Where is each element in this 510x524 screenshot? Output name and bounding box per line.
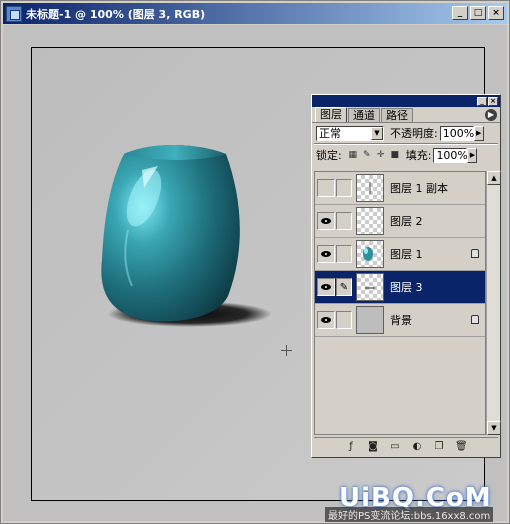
fill-input[interactable]: 100%: [433, 147, 468, 163]
visibility-toggle[interactable]: [317, 212, 335, 230]
layer-name: 图层 2: [390, 215, 423, 228]
layer-style-icon[interactable]: ƒ: [345, 441, 357, 453]
layer-row[interactable]: ✎ 图层 3: [315, 271, 485, 304]
crosshair-cursor: [281, 345, 292, 356]
chevron-down-icon[interactable]: ▼: [371, 126, 383, 140]
palette-tabs: 图层 通道 路径 ▶: [312, 107, 500, 123]
palette-minimize-button[interactable]: _: [477, 96, 487, 106]
blend-mode-value: 正常: [319, 127, 341, 140]
layer-mask-icon[interactable]: ◙: [367, 441, 379, 453]
scroll-up-icon[interactable]: ▲: [487, 171, 501, 185]
document-window: 未标题-1 @ 100% (图层 3, RGB) _ □ × _ × 图层 通道…: [0, 0, 510, 524]
maximize-button[interactable]: □: [470, 6, 486, 20]
document-titlebar[interactable]: 未标题-1 @ 100% (图层 3, RGB) _ □ ×: [3, 3, 507, 24]
palette-bottom-toolbar: ƒ ◙ ▭ ◐ ❐ 🗑: [314, 437, 498, 455]
brush-indicator-icon[interactable]: ✎: [336, 278, 352, 296]
layer-thumbnail: [356, 174, 384, 202]
fill-stepper[interactable]: ▶: [467, 147, 478, 163]
layer-name: 图层 1 副本: [390, 182, 448, 195]
palette-titlebar[interactable]: _ ×: [312, 95, 500, 107]
palette-close-button[interactable]: ×: [488, 96, 498, 106]
vase-body: [101, 144, 240, 322]
watermark-url: 最好的PS变流论坛:bbs.16xx8.com: [325, 507, 494, 522]
eye-icon: [321, 284, 331, 290]
opacity-input[interactable]: 100%: [439, 125, 474, 141]
lock-fill-row: 锁定: ▦ ✎ ✛ ■ 填充: 100% ▶: [312, 145, 500, 165]
document-title: 未标题-1 @ 100% (图层 3, RGB): [26, 7, 206, 21]
lock-pixels-icon[interactable]: ✎: [362, 150, 372, 160]
layer-name: 背景: [390, 314, 412, 327]
eye-icon: [321, 218, 331, 224]
visibility-toggle[interactable]: [317, 179, 335, 197]
eye-icon: [321, 251, 331, 257]
layer-name: 图层 1: [390, 248, 423, 261]
layer-thumbnail: [356, 306, 384, 334]
layer-row[interactable]: 图层 1: [315, 238, 485, 271]
photoshop-document-icon: [6, 5, 22, 22]
layer-thumbnail: [356, 273, 384, 301]
lock-label: 锁定:: [316, 149, 342, 162]
lock-icon: [471, 249, 479, 258]
link-toggle[interactable]: [336, 311, 352, 329]
layer-thumbnail: [356, 240, 384, 268]
layer-thumbnail: [356, 207, 384, 235]
visibility-toggle[interactable]: [317, 245, 335, 263]
visibility-toggle[interactable]: [317, 311, 335, 329]
link-toggle[interactable]: [336, 245, 352, 263]
blend-mode-select[interactable]: 正常 ▼: [316, 125, 384, 141]
lock-icon: [471, 315, 479, 324]
new-group-icon[interactable]: ▭: [389, 441, 401, 453]
tab-paths[interactable]: 路径: [381, 108, 413, 122]
layer-list-scrollbar[interactable]: ▲ ▼: [486, 171, 501, 435]
opacity-stepper[interactable]: ▶: [473, 125, 484, 141]
visibility-toggle[interactable]: [317, 278, 335, 296]
link-toggle[interactable]: [336, 179, 352, 197]
fill-label: 填充:: [405, 149, 432, 162]
opacity-label: 不透明度:: [390, 127, 438, 140]
scroll-down-icon[interactable]: ▼: [487, 421, 501, 435]
tab-layers[interactable]: 图层: [315, 107, 347, 122]
layer-name: 图层 3: [390, 281, 423, 294]
layers-palette: _ × 图层 通道 路径 ▶ 正常 ▼ 不透明度: 100% ▶ 锁定: ▦ ✎…: [311, 94, 501, 458]
eye-icon: [321, 317, 331, 323]
layer-row[interactable]: 图层 1 副本: [315, 172, 485, 205]
adjustment-layer-icon[interactable]: ◐: [411, 441, 423, 453]
lock-transparency-icon[interactable]: ▦: [348, 150, 358, 160]
blend-opacity-row: 正常 ▼ 不透明度: 100% ▶: [312, 123, 500, 143]
tab-channels[interactable]: 通道: [348, 108, 380, 122]
layer-row[interactable]: 图层 2: [315, 205, 485, 238]
layer-list: 图层 1 副本 图层 2 图层 1 ✎ 图层 3 背景: [314, 171, 486, 435]
minimize-button[interactable]: _: [452, 6, 468, 20]
delete-layer-icon[interactable]: 🗑: [455, 441, 468, 453]
palette-menu-icon[interactable]: ▶: [485, 109, 497, 121]
link-toggle[interactable]: [336, 212, 352, 230]
lock-position-icon[interactable]: ✛: [376, 150, 386, 160]
new-layer-icon[interactable]: ❐: [433, 441, 445, 453]
layer-row[interactable]: 背景: [315, 304, 485, 337]
watermark: UiBQ.CoM 最好的PS变流论坛:bbs.16xx8.com: [325, 483, 505, 522]
lock-all-icon[interactable]: ■: [390, 150, 400, 160]
close-button[interactable]: ×: [488, 6, 504, 20]
